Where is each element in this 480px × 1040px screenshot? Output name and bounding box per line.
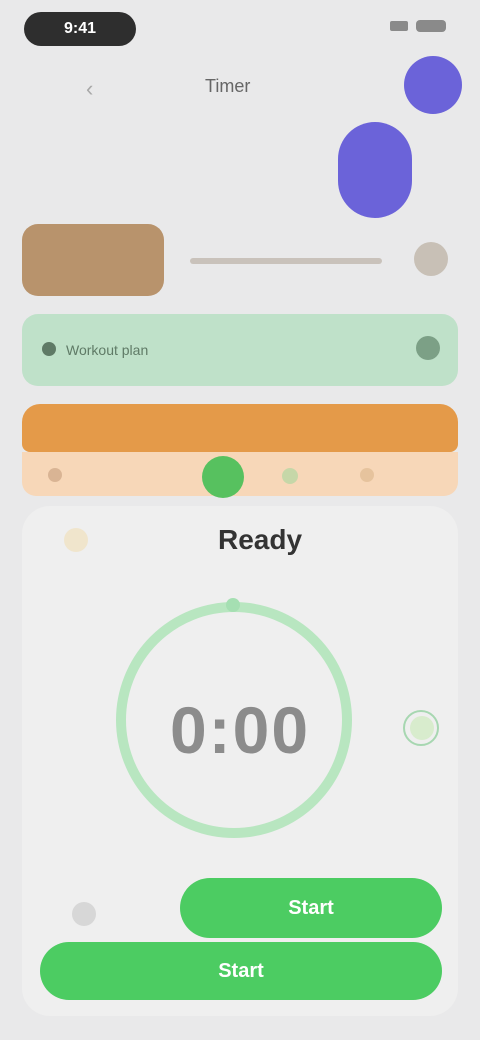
- left-action-icon[interactable]: [72, 902, 96, 926]
- tab-left-icon[interactable]: [48, 468, 62, 482]
- page-title: Timer: [205, 76, 251, 96]
- signal-icon: [390, 21, 408, 31]
- timer-status: Ready: [217, 524, 303, 555]
- assistant-bubble-bottom[interactable]: [338, 122, 412, 218]
- timer-readout: 0:00: [169, 693, 311, 767]
- back-button[interactable]: ‹: [86, 76, 93, 102]
- media-thumbnail: [22, 224, 164, 296]
- tab-right-icon[interactable]: [360, 468, 374, 482]
- plan-card[interactable]: Workout plan: [22, 314, 458, 386]
- timer-panel: Ready 0:00 Start Start: [22, 506, 458, 1016]
- status-bar: 9:41: [0, 0, 480, 60]
- media-title-line: [190, 258, 382, 264]
- battery-icon: [416, 20, 446, 32]
- media-card[interactable]: [22, 224, 454, 296]
- ring-marker: [226, 598, 240, 612]
- mode-bar: [22, 404, 458, 452]
- start-button[interactable]: Start: [180, 878, 442, 938]
- media-menu-icon[interactable]: [414, 242, 448, 276]
- status-icons: [390, 20, 446, 32]
- plan-label: Workout plan: [66, 342, 149, 358]
- start-secondary-button[interactable]: Start: [40, 942, 442, 1000]
- hint-icon: [64, 528, 88, 552]
- chevron-right-icon[interactable]: [416, 336, 440, 360]
- tab-middle-icon[interactable]: [282, 468, 298, 484]
- assistant-bubble-top[interactable]: [404, 56, 462, 114]
- status-time: 9:41: [24, 12, 136, 46]
- tab-active-icon[interactable]: [202, 456, 244, 498]
- mode-tabs: [22, 452, 458, 498]
- plan-dot-icon: [42, 342, 56, 356]
- timer-settings-dot: [410, 716, 434, 740]
